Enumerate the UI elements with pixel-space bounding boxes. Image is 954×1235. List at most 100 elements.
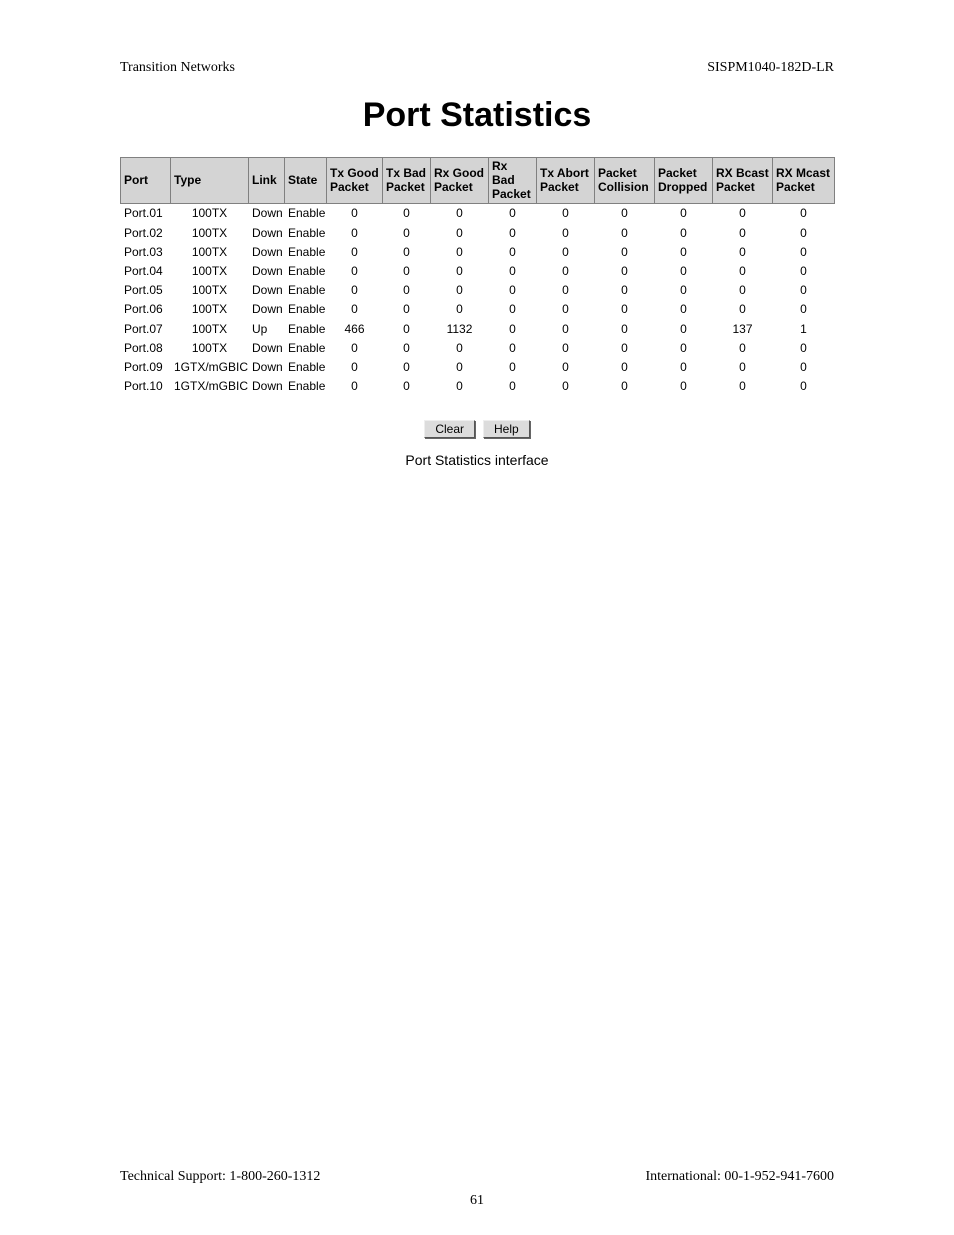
cell-rx-good: 0 [431,377,489,396]
cell-packet-dropped: 0 [655,357,713,376]
cell-tx-abort: 0 [537,338,595,357]
col-rx-good: Rx Good Packet [431,158,489,204]
col-packet-dropped: Packet Dropped [655,158,713,204]
cell-rx-bcast: 0 [713,377,773,396]
cell-packet-collision: 0 [595,281,655,300]
cell-state: Enable [285,300,327,319]
cell-rx-bad: 0 [489,242,537,261]
cell-packet-collision: 0 [595,377,655,396]
page-container: Transition Networks SISPM1040-182D-LR Po… [0,0,954,1235]
cell-tx-abort: 0 [537,242,595,261]
cell-link: Down [249,300,285,319]
table-row: Port.101GTX/mGBICDownEnable000000000 [121,377,835,396]
cell-port: Port.02 [121,223,171,242]
cell-rx-bad: 0 [489,281,537,300]
document-footer: Technical Support: 1-800-260-1312 Intern… [120,1169,834,1185]
table-row: Port.07100TXUpEnable4660113200001371 [121,319,835,338]
col-tx-bad: Tx Bad Packet [383,158,431,204]
table-row: Port.02100TXDownEnable000000000 [121,223,835,242]
cell-state: Enable [285,319,327,338]
cell-tx-good: 0 [327,300,383,319]
cell-packet-dropped: 0 [655,338,713,357]
cell-rx-mcast: 0 [773,281,835,300]
table-row: Port.04100TXDownEnable000000000 [121,261,835,280]
cell-packet-collision: 0 [595,319,655,338]
cell-link: Down [249,357,285,376]
col-rx-mcast: RX Mcast Packet [773,158,835,204]
cell-port: Port.08 [121,338,171,357]
cell-port: Port.03 [121,242,171,261]
cell-rx-bcast: 0 [713,261,773,280]
cell-tx-abort: 0 [537,281,595,300]
cell-type: 100TX [171,223,249,242]
cell-state: Enable [285,357,327,376]
cell-packet-dropped: 0 [655,281,713,300]
cell-tx-abort: 0 [537,300,595,319]
cell-packet-collision: 0 [595,242,655,261]
cell-rx-good: 0 [431,338,489,357]
cell-link: Down [249,204,285,223]
cell-rx-bcast: 0 [713,242,773,261]
cell-type: 100TX [171,319,249,338]
cell-packet-collision: 0 [595,300,655,319]
cell-rx-bad: 0 [489,338,537,357]
cell-packet-collision: 0 [595,261,655,280]
cell-rx-bad: 0 [489,300,537,319]
cell-rx-bcast: 0 [713,300,773,319]
help-button[interactable]: Help [483,420,530,438]
col-tx-good: Tx Good Packet [327,158,383,204]
cell-tx-abort: 0 [537,261,595,280]
cell-tx-bad: 0 [383,357,431,376]
cell-tx-bad: 0 [383,261,431,280]
cell-rx-bcast: 137 [713,319,773,338]
cell-type: 100TX [171,281,249,300]
cell-rx-good: 0 [431,300,489,319]
table-row: Port.03100TXDownEnable000000000 [121,242,835,261]
header-left: Transition Networks [120,60,235,76]
table-row: Port.091GTX/mGBICDownEnable000000000 [121,357,835,376]
figure-caption: Port Statistics interface [120,452,834,468]
cell-rx-mcast: 1 [773,319,835,338]
col-rx-bcast: RX Bcast Packet [713,158,773,204]
cell-tx-good: 0 [327,261,383,280]
cell-rx-good: 0 [431,281,489,300]
cell-link: Down [249,261,285,280]
cell-tx-bad: 0 [383,319,431,338]
cell-port: Port.05 [121,281,171,300]
cell-packet-dropped: 0 [655,204,713,223]
cell-rx-mcast: 0 [773,377,835,396]
cell-rx-bcast: 0 [713,357,773,376]
header-right: SISPM1040-182D-LR [707,60,834,76]
cell-tx-bad: 0 [383,377,431,396]
col-tx-abort: Tx Abort Packet [537,158,595,204]
cell-state: Enable [285,377,327,396]
cell-link: Up [249,319,285,338]
cell-tx-good: 0 [327,357,383,376]
cell-tx-bad: 0 [383,204,431,223]
cell-type: 1GTX/mGBIC [171,377,249,396]
cell-type: 100TX [171,261,249,280]
cell-rx-bad: 0 [489,204,537,223]
clear-button[interactable]: Clear [424,420,475,438]
table-row: Port.06100TXDownEnable000000000 [121,300,835,319]
button-row: Clear Help [120,420,834,438]
cell-tx-abort: 0 [537,204,595,223]
cell-rx-mcast: 0 [773,338,835,357]
document-header: Transition Networks SISPM1040-182D-LR [120,60,834,76]
table-row: Port.05100TXDownEnable000000000 [121,281,835,300]
col-rx-bad: Rx Bad Packet [489,158,537,204]
col-packet-collision: Packet Collision [595,158,655,204]
cell-packet-dropped: 0 [655,300,713,319]
cell-packet-dropped: 0 [655,242,713,261]
cell-port: Port.09 [121,357,171,376]
cell-tx-bad: 0 [383,223,431,242]
cell-rx-mcast: 0 [773,357,835,376]
cell-rx-mcast: 0 [773,300,835,319]
cell-tx-good: 0 [327,223,383,242]
cell-packet-dropped: 0 [655,223,713,242]
page-title: Port Statistics [120,96,834,135]
cell-port: Port.07 [121,319,171,338]
cell-packet-dropped: 0 [655,261,713,280]
cell-tx-bad: 0 [383,242,431,261]
table-row: Port.01100TXDownEnable000000000 [121,204,835,223]
